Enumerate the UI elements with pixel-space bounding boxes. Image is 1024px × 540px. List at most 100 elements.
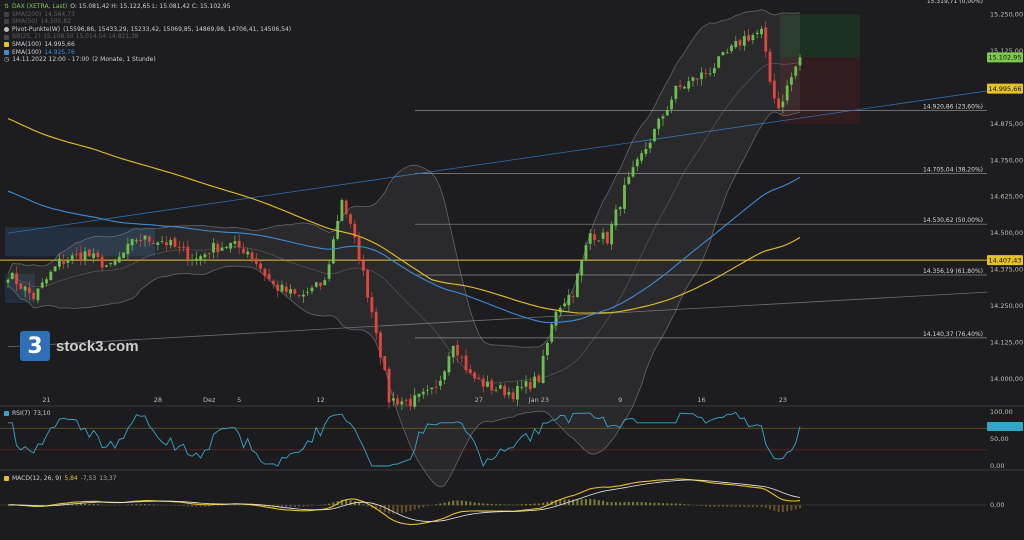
macd-histogram-bar [709, 505, 711, 507]
macd-histogram-bar [585, 499, 587, 505]
macd-histogram-bar [636, 502, 638, 505]
candle-body [58, 259, 61, 267]
macd-histogram-bar [542, 503, 544, 505]
macd-histogram-bar [491, 504, 493, 505]
legend-range[interactable]: ◷ 14.11.2022 12:00 - 17:00 (2 Monate, 1 … [4, 56, 291, 64]
candle-body [615, 210, 618, 226]
macd-histogram-bar [212, 505, 214, 506]
candle-body [448, 356, 451, 372]
candle-body [525, 381, 528, 386]
candle-body [550, 324, 553, 341]
legend-swatch [4, 50, 9, 55]
candle-body [212, 243, 215, 253]
candle-body [435, 387, 438, 388]
macd-histogram-bar [174, 505, 176, 506]
candle-body [49, 272, 52, 280]
rsi-legend[interactable]: RSI(7) 73,10 [4, 410, 50, 417]
macd-histogram-bar [795, 505, 797, 509]
price-tag: 15.102,95 [987, 52, 1023, 62]
candle-body [546, 343, 549, 355]
candle-body [473, 373, 476, 379]
candle-body [92, 253, 95, 258]
candle-body [101, 257, 104, 268]
candle-body [529, 382, 532, 389]
candle-body [777, 99, 780, 109]
macd-histogram-bar [581, 499, 583, 505]
legend-faded2-label: SMA(50) [12, 18, 37, 26]
macd-panel[interactable]: 0,00 [0, 479, 1004, 525]
candle-body [769, 52, 772, 82]
candle-body [32, 293, 35, 299]
time-axis-tick: 28 [154, 396, 162, 404]
macd-legend[interactable]: MACD(12, 26, 9) 5,84 -7,53 13,37 [4, 475, 116, 482]
macd-histogram-bar [790, 505, 792, 511]
candle-body [97, 253, 100, 258]
macd-histogram-bar [713, 505, 715, 507]
candle-body [443, 371, 446, 379]
price-axis-tick: 15.250,00 [990, 11, 1023, 19]
macd-histogram-bar [195, 505, 197, 507]
macd-histogram-bar [135, 504, 137, 505]
candle-body [704, 73, 707, 74]
macd-histogram-bar [127, 505, 129, 506]
macd-histogram-bar [427, 505, 429, 506]
macd-histogram-bar [760, 505, 762, 507]
candle-body [191, 260, 194, 261]
candle-body [559, 308, 562, 313]
legend-ema100-value: 14.925,76 [44, 49, 75, 57]
candle-body [533, 377, 536, 388]
candle [122, 252, 125, 258]
candle-body [67, 261, 70, 263]
macd-histogram-bar [628, 502, 630, 505]
candle-body [54, 266, 57, 271]
legend-pivot[interactable]: Pivot-Punkte(W) (15596,86, 15433,29, 152… [4, 26, 291, 34]
candle-body [285, 286, 288, 291]
candle-body [311, 288, 314, 292]
macd-histogram-bar [671, 503, 673, 505]
legend-bb[interactable]: BB(25, 2) 15.108,50 15.014,54 14.821,38 [4, 33, 291, 41]
macd-histogram-bar [478, 503, 480, 505]
time-axis-tick: 23 [779, 396, 787, 404]
macd-histogram-bar [675, 503, 677, 505]
macd-histogram-bar [409, 505, 411, 511]
macd-histogram-bar [718, 505, 720, 507]
candle-body [225, 247, 228, 248]
candle-body [341, 200, 344, 221]
candle-body [392, 398, 395, 401]
candle-body [315, 282, 318, 286]
candle-body [418, 394, 421, 397]
candle-body [233, 241, 236, 244]
candle-body [195, 259, 198, 260]
legend-main-label: DAX (XETRA, Last) [12, 3, 67, 11]
chart-stage: 15.319,71 (0,00%)14.920,86 (23,60%)14.70… [0, 0, 1024, 536]
candle-body [276, 285, 279, 291]
candle-body [400, 401, 403, 404]
macd-histogram-bar [589, 499, 591, 505]
candle-body [246, 252, 249, 255]
legend-ema100[interactable]: EMA(100) 14.925,76 [4, 49, 291, 57]
legend-sma100[interactable]: SMA(100) 14.995,66 [4, 41, 291, 49]
candle-body [469, 369, 472, 373]
candle-body [632, 167, 635, 176]
candle-body [24, 287, 27, 291]
macd-histogram-bar [153, 505, 155, 506]
candle-body [456, 345, 459, 356]
macd-histogram-bar [183, 505, 185, 506]
legend-faded-2[interactable]: SMA(50) 14.505,82 [4, 18, 291, 26]
candle-body [465, 356, 468, 371]
legend-range-detail: (2 Monate, 1 Stunde) [92, 56, 156, 64]
macd-histogram-bar [594, 499, 596, 505]
macd-histogram-bar [516, 504, 518, 505]
macd-histogram-bar [534, 504, 536, 506]
candle-body [739, 40, 742, 45]
candle-body [722, 52, 725, 55]
legend-main[interactable]: ⇅ DAX (XETRA, Last) O: 15.081,42 H: 15.1… [4, 3, 291, 11]
macd-histogram-bar [80, 504, 82, 506]
legend-faded-1[interactable]: SMA(200) 14.564,73 [4, 11, 291, 19]
macd-histogram-bar [653, 503, 655, 505]
candle-body [542, 356, 545, 383]
candle-body [503, 386, 506, 395]
candle-body [799, 57, 802, 65]
candle-body [41, 283, 44, 288]
stock3-logo: 3 stock3.com [20, 331, 139, 361]
